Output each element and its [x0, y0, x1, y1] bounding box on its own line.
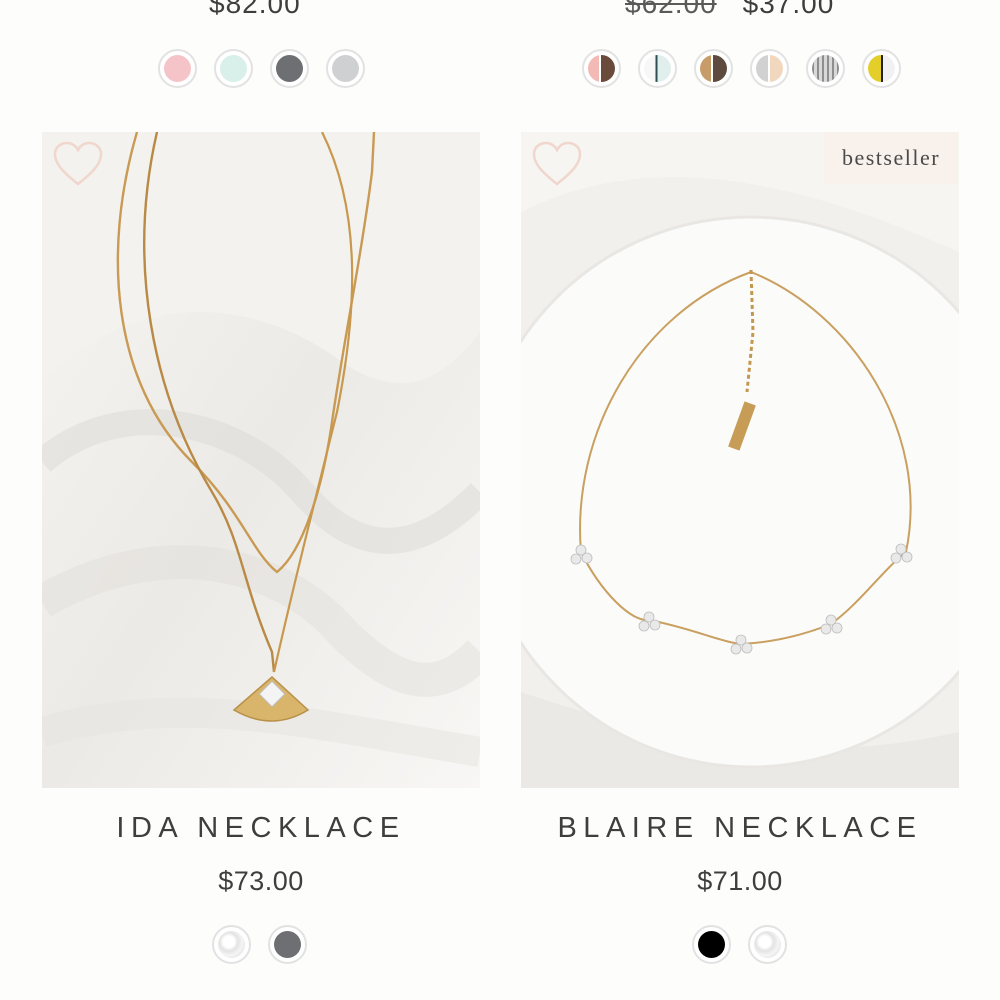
- swatch-pink[interactable]: [158, 49, 197, 88]
- color-swatches-top-right: [582, 49, 901, 88]
- product-photo: [521, 132, 959, 788]
- swatch-tan-brown[interactable]: [694, 49, 733, 88]
- swatch-yellow-black[interactable]: [862, 49, 901, 88]
- swatch-charcoal[interactable]: [268, 925, 307, 964]
- color-swatches: [212, 925, 307, 964]
- swatch-gray-stripe[interactable]: [806, 49, 845, 88]
- original-price: $62.00: [625, 0, 717, 19]
- product-image-ida-necklace[interactable]: [42, 132, 480, 788]
- swatch-white-teal[interactable]: [638, 49, 677, 88]
- product-photo: [42, 132, 480, 788]
- swatch-mint[interactable]: [214, 49, 253, 88]
- swatch-light-gray[interactable]: [326, 49, 365, 88]
- sale-price: $37.00: [742, 0, 835, 19]
- product-price: $73.00: [218, 866, 304, 896]
- swatch-crystal[interactable]: [212, 925, 251, 964]
- product-price-top-left: $82.00: [209, 0, 301, 19]
- swatch-charcoal[interactable]: [270, 49, 309, 88]
- swatch-blush-brown[interactable]: [582, 49, 621, 88]
- favorite-heart-icon[interactable]: [52, 140, 104, 188]
- color-swatches: [692, 925, 787, 964]
- product-price: $71.00: [697, 866, 783, 896]
- swatch-black[interactable]: [692, 925, 731, 964]
- product-price-top-right: $62.00 $37.00: [625, 0, 834, 20]
- product-title[interactable]: IDA NECKLACE: [42, 812, 480, 845]
- swatch-gray-peach[interactable]: [750, 49, 789, 88]
- product-image-blaire-necklace[interactable]: [521, 132, 959, 788]
- product-title[interactable]: BLAIRE NECKLACE: [521, 812, 959, 845]
- swatch-crystal[interactable]: [748, 925, 787, 964]
- bestseller-badge: bestseller: [824, 132, 958, 184]
- favorite-heart-icon[interactable]: [531, 140, 583, 188]
- color-swatches-top-left: [158, 49, 365, 88]
